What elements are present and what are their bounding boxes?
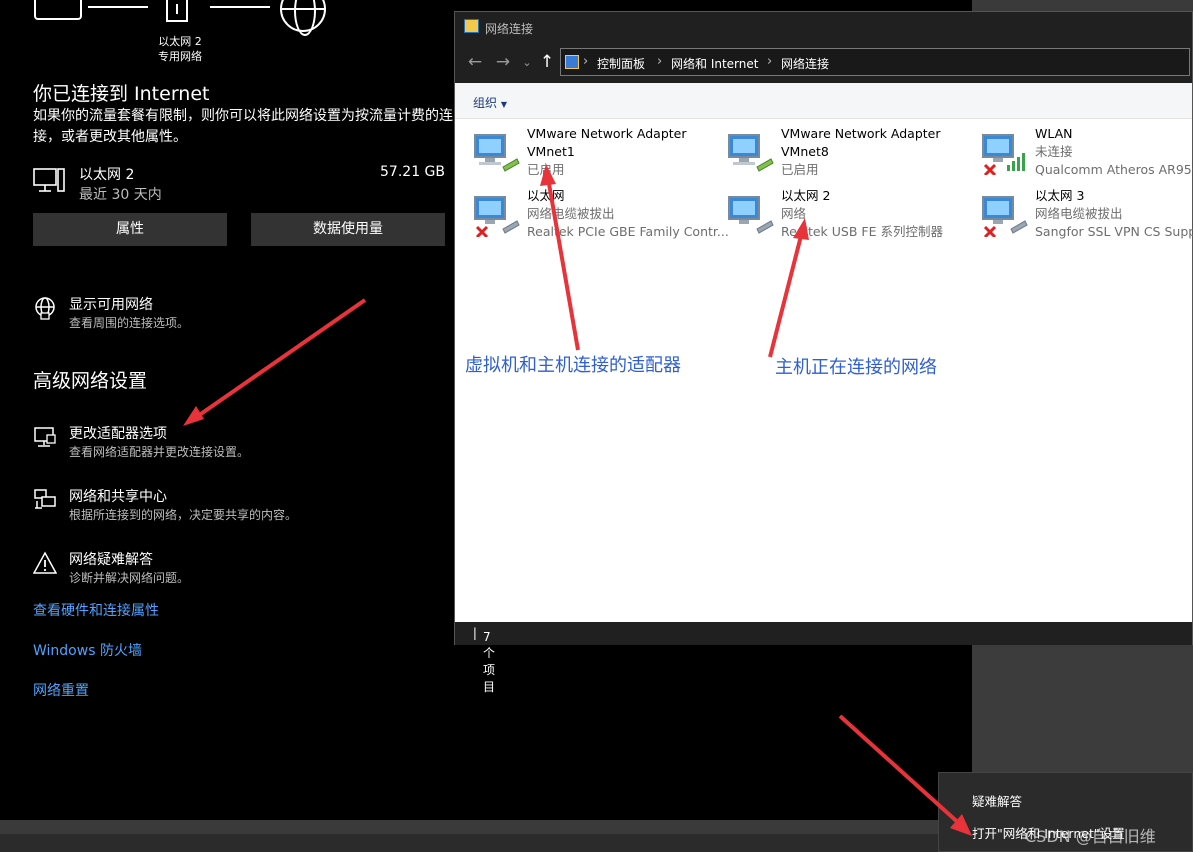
globe-network-icon bbox=[35, 297, 55, 320]
option-subtitle: 查看网络适配器并更改连接设置。 bbox=[69, 445, 250, 459]
breadcrumb-separator-icon[interactable]: › bbox=[657, 54, 662, 69]
watermark: CSDN @自白旧维 bbox=[1025, 827, 1156, 846]
network-adapter-icon bbox=[474, 134, 520, 172]
breadcrumb-item[interactable]: 网络和 Internet bbox=[671, 55, 758, 72]
adapter-network: VMnet1 bbox=[527, 144, 575, 159]
adapter-item[interactable]: 以太网 2 网络 Realtek USB FE 系列控制器 bbox=[727, 187, 972, 243]
data-usage-button[interactable]: 数据使用量 bbox=[251, 213, 445, 246]
option-title: 更改适配器选项 bbox=[69, 426, 167, 442]
adapter-status: 未连接 bbox=[1035, 144, 1073, 159]
network-adapter-icon bbox=[728, 134, 774, 172]
address-toolbar: ← → ⌄ ↑ › 控制面板 › 网络和 Internet › 网络连接 bbox=[455, 42, 1192, 83]
forward-arrow-icon[interactable]: → bbox=[493, 52, 513, 72]
folder-icon bbox=[464, 19, 479, 33]
network-name: 以太网 2 bbox=[79, 167, 135, 183]
sharing-center-icon bbox=[34, 489, 56, 509]
back-arrow-icon[interactable]: ← bbox=[465, 52, 485, 72]
organize-menu[interactable]: 组织 ▼ bbox=[473, 94, 507, 111]
breadcrumb-item[interactable]: 控制面板 bbox=[597, 55, 645, 72]
breadcrumb-item[interactable]: 网络连接 bbox=[781, 55, 829, 72]
breadcrumb-separator-icon[interactable]: › bbox=[767, 54, 772, 69]
network-troubleshooter[interactable]: 网络疑难解答 诊断并解决网络问题。 bbox=[33, 549, 453, 589]
option-title: 网络疑难解答 bbox=[69, 552, 153, 568]
hardware-properties-link[interactable]: 查看硬件和连接属性 bbox=[33, 600, 159, 620]
adapter-device: Realtek PCIe GBE Family Contr... bbox=[527, 224, 729, 239]
chevron-down-icon[interactable]: ⌄ bbox=[517, 56, 537, 69]
adapter-status: 网络电缆被拔出 bbox=[1035, 206, 1123, 221]
adapter-device: Realtek USB FE 系列控制器 bbox=[781, 224, 943, 239]
menu-item-troubleshoot[interactable]: 疑难解答 bbox=[972, 791, 1022, 810]
item-count: 7 个项目 | bbox=[469, 626, 496, 694]
adapter-item[interactable]: 以太网 网络电缆被拔出 Realtek PCIe GBE Family Cont… bbox=[473, 187, 729, 243]
option-subtitle: 根据所连接到的网络，决定要共享的内容。 bbox=[69, 508, 298, 522]
adapter-name: VMware Network Adapter bbox=[527, 126, 687, 141]
ethernet-icon bbox=[166, 0, 188, 22]
network-adapter-icon bbox=[728, 196, 774, 234]
breadcrumb-separator-icon[interactable]: › bbox=[583, 54, 588, 69]
option-subtitle: 查看周围的连接选项。 bbox=[69, 316, 190, 330]
adapter-name: VMware Network Adapter bbox=[781, 126, 941, 141]
firewall-link[interactable]: Windows 防火墙 bbox=[33, 640, 142, 660]
adapter-monitor-icon bbox=[34, 427, 56, 447]
adapter-name: WLAN bbox=[1035, 126, 1073, 141]
connection-diagram: 以太网 2 专用网络 bbox=[30, 0, 350, 70]
globe-icon bbox=[280, 0, 326, 36]
annotation-vm-adapters: 虚拟机和主机连接的适配器 bbox=[465, 355, 681, 376]
properties-button[interactable]: 属性 bbox=[33, 213, 227, 246]
connector-line bbox=[88, 6, 148, 8]
address-bar[interactable]: › 控制面板 › 网络和 Internet › 网络连接 bbox=[560, 48, 1190, 76]
command-bar: 组织 ▼ bbox=[455, 83, 1192, 119]
network-reset-link[interactable]: 网络重置 bbox=[33, 680, 89, 700]
status-bar: 7 个项目 | bbox=[455, 622, 1192, 694]
dropdown-arrow-icon: ▼ bbox=[500, 100, 507, 109]
desktop-pc-icon bbox=[33, 168, 65, 192]
adapter-status: 已启用 bbox=[527, 162, 565, 177]
caption-network-type: 专用网络 bbox=[158, 50, 202, 63]
caption-network-name: 以太网 2 bbox=[158, 35, 202, 48]
warning-triangle-icon bbox=[33, 551, 57, 574]
advanced-settings-heading: 高级网络设置 bbox=[33, 370, 148, 392]
organize-label: 组织 bbox=[473, 96, 498, 110]
adapter-item[interactable]: WLAN 未连接 Qualcomm Atheros AR956x bbox=[981, 125, 1193, 181]
adapter-status: 网络电缆被拔出 bbox=[527, 206, 615, 221]
title-bar[interactable]: 网络连接 bbox=[455, 12, 1192, 42]
adapter-network: VMnet8 bbox=[781, 144, 829, 159]
control-panel-icon bbox=[565, 55, 579, 69]
wifi-adapter-icon bbox=[982, 134, 1025, 175]
connector-line bbox=[210, 6, 270, 8]
show-available-networks[interactable]: 显示可用网络 查看周围的连接选项。 bbox=[33, 294, 453, 334]
window-title: 网络连接 bbox=[485, 22, 534, 36]
adapter-item[interactable]: 以太网 3 网络电缆被拔出 Sangfor SSL VPN CS Suppo bbox=[981, 187, 1193, 243]
adapter-device: Qualcomm Atheros AR956x bbox=[1035, 162, 1193, 177]
annotation-host-network: 主机正在连接的网络 bbox=[775, 357, 937, 378]
adapter-name: 以太网 3 bbox=[1035, 188, 1085, 203]
network-adapter-icon bbox=[982, 196, 1028, 237]
network-sharing-center[interactable]: 网络和共享中心 根据所连接到的网络，决定要共享的内容。 bbox=[33, 486, 453, 526]
diagram-caption: 以太网 2 专用网络 bbox=[150, 34, 210, 64]
connected-title: 你已连接到 Internet bbox=[33, 83, 210, 105]
adapter-network: 网络 bbox=[781, 206, 807, 221]
option-title: 网络和共享中心 bbox=[69, 489, 167, 505]
change-adapter-options[interactable]: 更改适配器选项 查看网络适配器并更改连接设置。 bbox=[33, 423, 453, 463]
usage-amount: 57.21 GB bbox=[380, 164, 445, 180]
adapter-item[interactable]: VMware Network Adapter VMnet8 已启用 bbox=[727, 125, 972, 181]
usage-period: 最近 30 天内 bbox=[79, 187, 162, 203]
option-title: 显示可用网络 bbox=[69, 297, 153, 313]
network-usage-row: 以太网 2 最近 30 天内 57.21 GB bbox=[33, 162, 445, 204]
adapter-name: 以太网 2 bbox=[781, 188, 831, 203]
option-subtitle: 诊断并解决网络问题。 bbox=[69, 571, 190, 585]
connected-description: 如果你的流量套餐有限制，则你可以将此网络设置为按流量计费的连接，或者更改其他属性… bbox=[33, 108, 453, 145]
up-arrow-icon[interactable]: ↑ bbox=[537, 52, 557, 72]
network-adapter-icon bbox=[474, 196, 520, 237]
adapter-status: 已启用 bbox=[781, 162, 819, 177]
adapter-item[interactable]: VMware Network Adapter VMnet1 已启用 bbox=[473, 125, 718, 181]
adapter-name: 以太网 bbox=[527, 188, 565, 203]
laptop-icon bbox=[34, 0, 82, 20]
adapter-device: Sangfor SSL VPN CS Suppo bbox=[1035, 224, 1193, 239]
network-connections-window: 网络连接 ← → ⌄ ↑ › 控制面板 › 网络和 Internet › 网络连… bbox=[454, 11, 1193, 694]
